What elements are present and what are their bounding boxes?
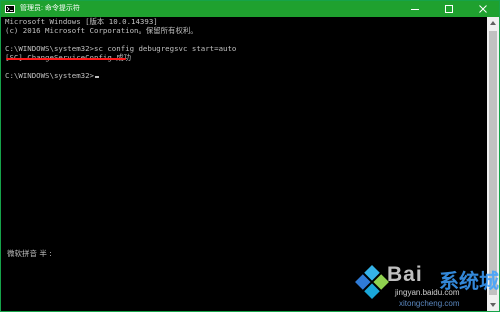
maximize-button[interactable] — [433, 1, 465, 17]
minimize-button[interactable] — [399, 1, 431, 17]
prompt-text: C:\WINDOWS\system32> — [5, 71, 94, 80]
scroll-thumb[interactable] — [489, 31, 497, 295]
cmd-icon — [5, 5, 15, 13]
watermark-url-secondary: xitongcheng.com — [399, 299, 460, 308]
ime-status: 微软拼音 半 : — [7, 249, 52, 258]
minimize-icon — [411, 9, 419, 10]
red-highlight-underline — [6, 58, 126, 60]
console-command-line: C:\WINDOWS\system32>sc config debugregsv… — [5, 44, 237, 53]
title-bar[interactable]: 管理员: 命令提示符 — [1, 1, 499, 17]
command-prompt-window: 管理员: 命令提示符 Microsoft Windows [版本 10.0.14… — [0, 0, 500, 312]
console-line: Microsoft Windows [版本 10.0.14393] — [5, 17, 158, 26]
close-icon — [479, 5, 487, 13]
close-button[interactable] — [467, 1, 499, 17]
console-prompt-line: C:\WINDOWS\system32> — [5, 71, 99, 80]
watermark-brand: Bai — [387, 263, 423, 286]
scroll-up-button[interactable] — [487, 17, 499, 29]
text-cursor — [95, 76, 99, 78]
arrow-up-icon — [490, 21, 496, 25]
console-line: (c) 2016 Microsoft Corporation。保留所有权利。 — [5, 26, 198, 35]
watermark-url: jingyan.baidu.com — [395, 288, 460, 297]
maximize-icon — [445, 5, 453, 13]
arrow-down-icon — [490, 303, 496, 307]
window-title: 管理员: 命令提示符 — [20, 5, 80, 12]
scroll-down-button[interactable] — [487, 299, 499, 311]
